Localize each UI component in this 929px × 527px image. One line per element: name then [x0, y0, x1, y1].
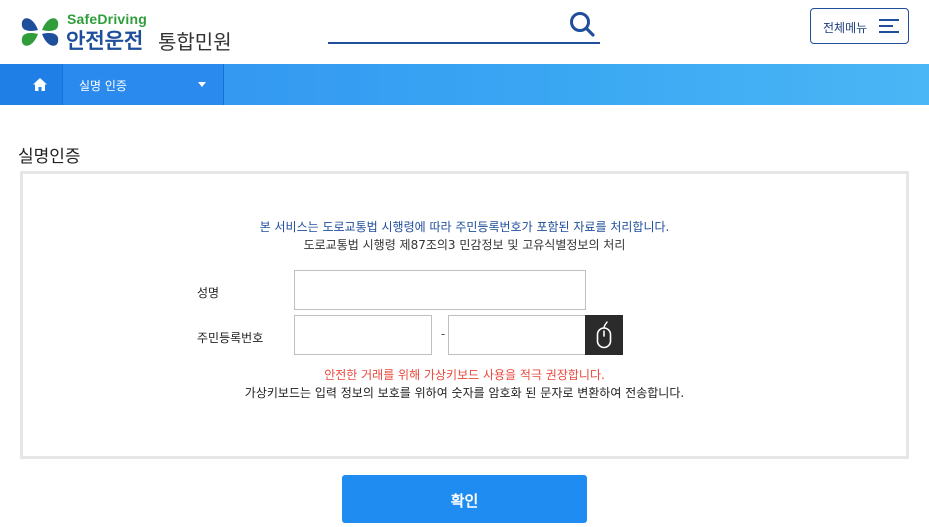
name-input[interactable]	[294, 270, 586, 310]
logo-korean-text: 안전운전	[66, 29, 144, 53]
nav-divider	[223, 64, 224, 105]
all-menu-button[interactable]: 전체메뉴	[810, 8, 909, 44]
resident-number-front-input[interactable]	[294, 315, 432, 355]
privacy-notice: 본 서비스는 도로교통법 시행령에 따라 주민등록번호가 포함된 자료를 처리합…	[259, 220, 670, 234]
real-name-verification-form: 본 서비스는 도로교통법 시행령에 따라 주민등록번호가 포함된 자료를 처리합…	[20, 171, 909, 459]
page-title: 실명인증	[18, 147, 81, 167]
caret-down-icon	[198, 82, 206, 87]
nav-section-dropdown[interactable]: 실명 인증	[63, 64, 223, 105]
hamburger-icon	[879, 19, 899, 33]
search-input[interactable]	[328, 6, 558, 42]
all-menu-label: 전체메뉴	[823, 21, 868, 35]
site-logo[interactable]: SafeDriving 안전운전 통합민원	[18, 8, 258, 56]
search-icon[interactable]	[568, 10, 596, 38]
header: SafeDriving 안전운전 통합민원 전체메뉴	[0, 0, 929, 64]
breadcrumb-nav: 실명 인증	[0, 64, 929, 105]
virtual-keyboard-button[interactable]	[585, 315, 623, 355]
nav-section-label: 실명 인증	[79, 79, 127, 93]
virtual-keyboard-warning: 안전한 거래를 위해 가상키보드 사용을 적극 권장합니다.	[324, 368, 605, 382]
logo-subtitle-text: 통합민원	[158, 30, 232, 54]
confirm-button[interactable]: 확인	[342, 475, 587, 523]
mouse-icon	[596, 321, 612, 349]
nav-home-button[interactable]	[0, 64, 62, 105]
name-label: 성명	[197, 286, 220, 300]
home-icon	[33, 78, 47, 91]
resident-number-back-input[interactable]	[448, 315, 586, 355]
virtual-keyboard-info: 가상키보드는 입력 정보의 보호를 위하여 숫자를 암호화 된 문자로 변환하여…	[244, 386, 685, 400]
search-bar	[328, 6, 600, 44]
privacy-notice-legal-basis: 도로교통법 시행령 제87조의3 민감정보 및 고유식별정보의 처리	[303, 238, 626, 252]
confirm-button-label: 확인	[450, 493, 479, 510]
resident-number-label: 주민등록번호	[197, 331, 264, 345]
clover-logo-icon	[21, 18, 59, 46]
